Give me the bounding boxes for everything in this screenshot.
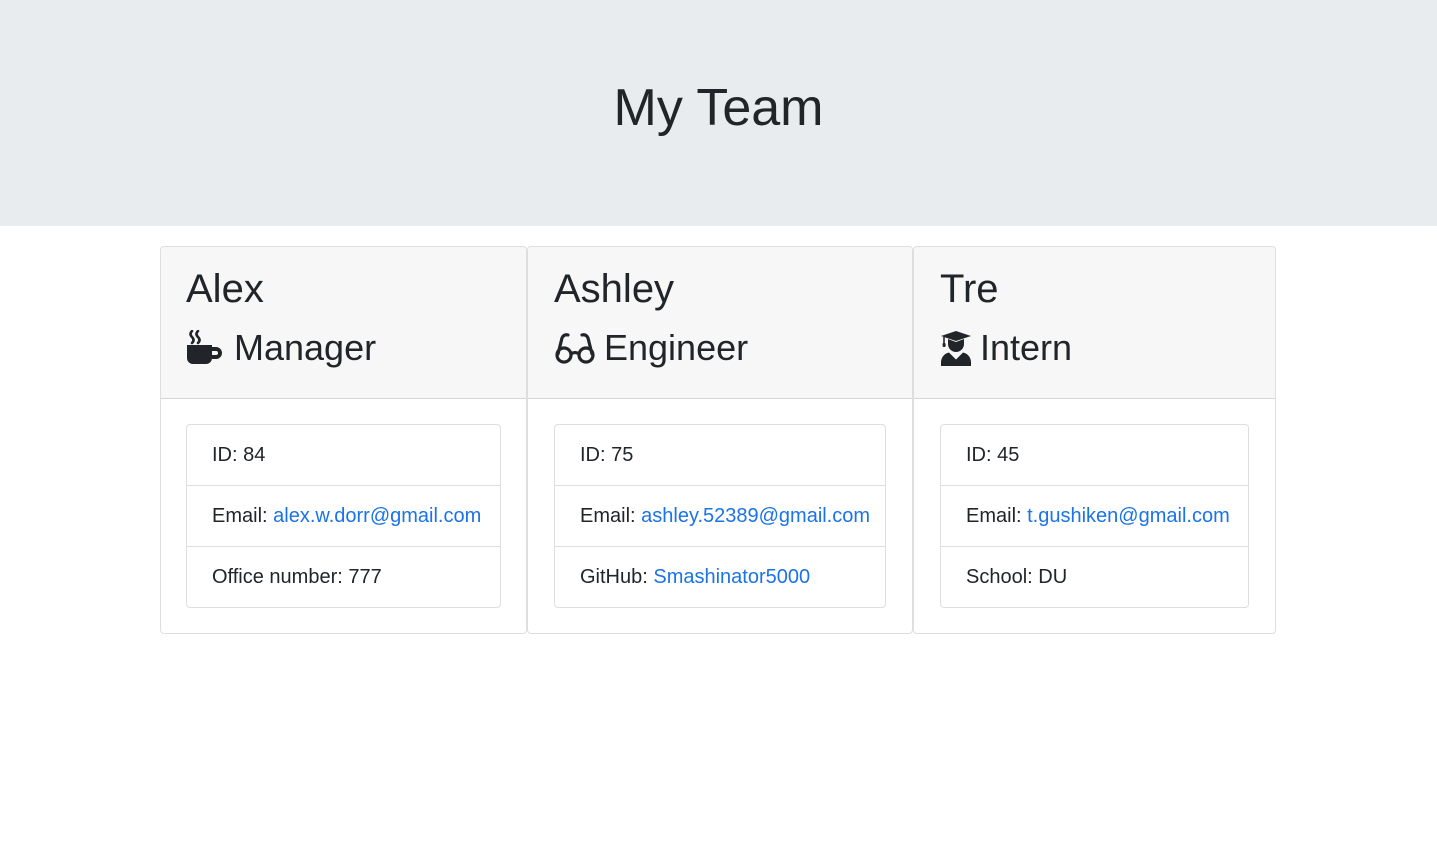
id-label: ID:	[212, 444, 244, 466]
employee-details-list: ID: 84 Email: alex.w.dorr@gmail.com Offi…	[186, 424, 501, 608]
id-label: ID:	[966, 444, 998, 466]
employee-id: ID: 45	[941, 425, 1248, 486]
page-title: My Team	[613, 79, 824, 137]
employee-card-intern: Tre Intern ID: 45 Email: t.gushiken@gmai…	[913, 246, 1276, 634]
email-label: Email:	[212, 505, 274, 527]
email-label: Email:	[966, 505, 1028, 527]
card-header: Ashley Engineer	[528, 247, 912, 399]
id-value: 84	[243, 444, 266, 466]
card-header: Tre Intern	[914, 247, 1275, 399]
card-header: Alex Manager	[161, 247, 526, 399]
employee-email: Email: t.gushiken@gmail.com	[941, 486, 1248, 547]
email-link[interactable]: alex.w.dorr@gmail.com	[273, 505, 481, 527]
school-label: School:	[966, 566, 1039, 588]
mug-hot-icon	[186, 330, 226, 366]
id-label: ID:	[580, 444, 612, 466]
employee-details-list: ID: 45 Email: t.gushiken@gmail.com Schoo…	[940, 424, 1249, 608]
employee-name: Tre	[940, 267, 999, 311]
office-number-value: 777	[348, 566, 382, 588]
employee-office-number: Office number: 777	[187, 547, 500, 607]
employee-id: ID: 75	[555, 425, 885, 486]
employee-details-list: ID: 75 Email: ashley.52389@gmail.com Git…	[554, 424, 886, 608]
employee-name: Alex	[186, 267, 264, 311]
id-value: 75	[611, 444, 634, 466]
github-link[interactable]: Smashinator5000	[653, 566, 810, 588]
office-number-label: Office number:	[212, 566, 349, 588]
email-label: Email:	[580, 505, 642, 527]
employee-school: School: DU	[941, 547, 1248, 607]
employee-role-label: Manager	[234, 327, 377, 368]
employee-role: Engineer	[554, 327, 748, 369]
employee-card-engineer: Ashley Engineer ID: 75 Email: ashley.523…	[527, 246, 913, 634]
employee-card-manager: Alex Manager ID: 84 Email: alex.w.dorr@g…	[160, 246, 527, 634]
employee-role: Intern	[940, 327, 1072, 369]
employee-role: Manager	[186, 327, 376, 369]
id-value: 45	[997, 444, 1020, 466]
page-header: My Team	[0, 0, 1437, 226]
school-value: DU	[1038, 566, 1068, 588]
glasses-icon	[554, 330, 596, 366]
user-graduate-icon	[940, 330, 972, 366]
employee-name: Ashley	[554, 267, 675, 311]
employee-role-label: Engineer	[604, 327, 749, 368]
employee-github: GitHub: Smashinator5000	[555, 547, 885, 607]
employee-id: ID: 84	[187, 425, 500, 486]
employee-email: Email: ashley.52389@gmail.com	[555, 486, 885, 547]
email-link[interactable]: t.gushiken@gmail.com	[1027, 505, 1230, 527]
employee-email: Email: alex.w.dorr@gmail.com	[187, 486, 500, 547]
employee-role-label: Intern	[980, 327, 1073, 368]
email-link[interactable]: ashley.52389@gmail.com	[641, 505, 870, 527]
github-label: GitHub:	[580, 566, 654, 588]
